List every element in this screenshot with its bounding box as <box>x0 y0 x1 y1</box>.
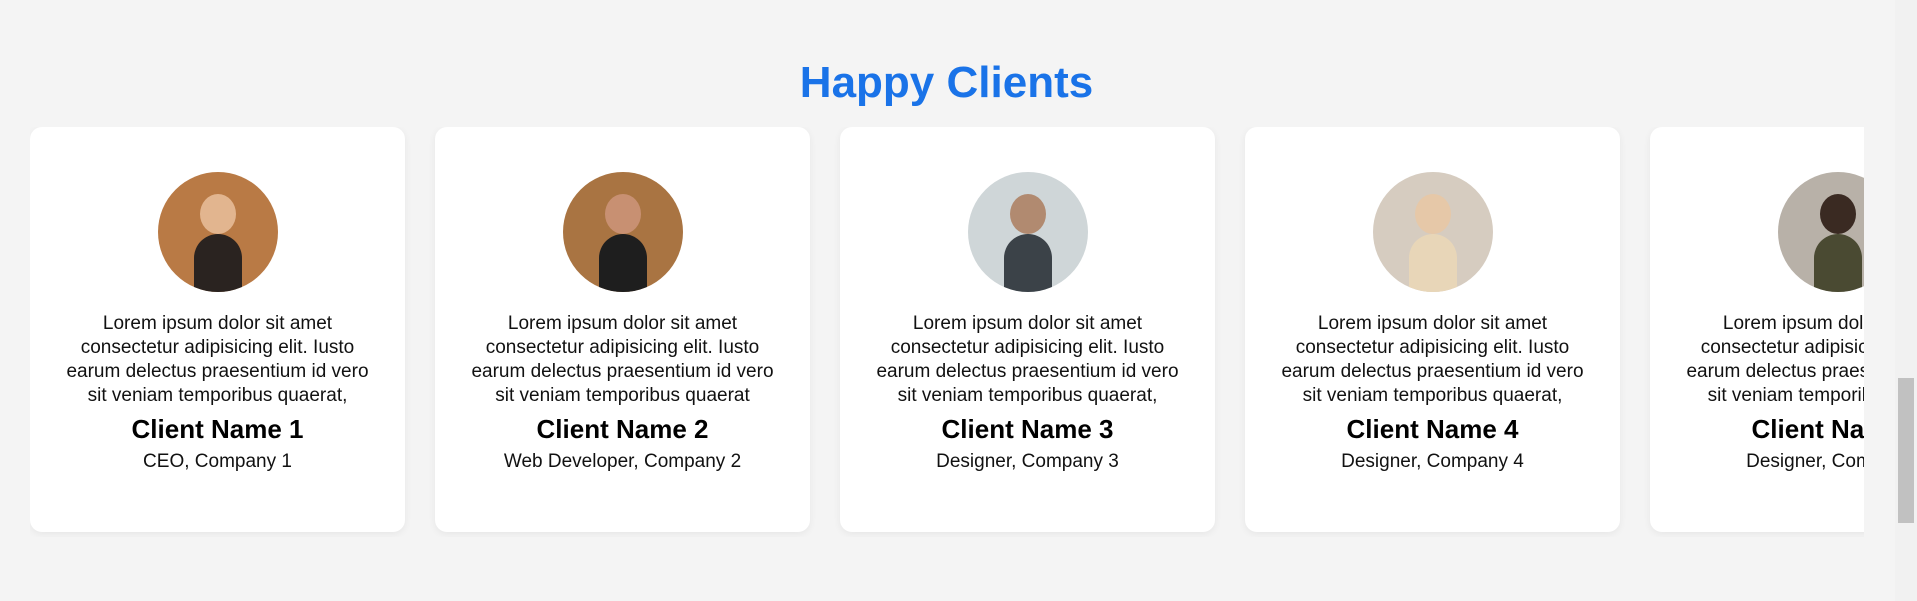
client-role: Designer, Company 3 <box>936 451 1119 472</box>
testimonial-quote: Lorem ipsum dolor sit amet consectetur a… <box>1686 313 1864 406</box>
avatar-head <box>1414 194 1451 234</box>
client-name: Client Name 2 <box>536 414 709 444</box>
testimonial-card: Lorem ipsum dolor sit amet consectetur a… <box>435 127 810 532</box>
avatar-head <box>604 194 641 234</box>
avatar-figure <box>1813 234 1862 292</box>
testimonial-card: Lorem ipsum dolor sit amet consectetur a… <box>30 127 405 532</box>
client-role: Designer, Company 5 <box>1746 451 1864 472</box>
client-name: Client Name 1 <box>131 414 304 444</box>
avatar-figure <box>598 234 647 292</box>
testimonial-card: Lorem ipsum dolor sit amet consectetur a… <box>1245 127 1620 532</box>
client-role: Designer, Company 4 <box>1341 451 1524 472</box>
avatar-head <box>199 194 236 234</box>
client-role: CEO, Company 1 <box>143 451 292 472</box>
testimonial-quote: Lorem ipsum dolor sit amet consectetur a… <box>66 313 369 406</box>
testimonial-card: Lorem ipsum dolor sit amet consectetur a… <box>1650 127 1864 532</box>
client-avatar <box>1372 172 1493 292</box>
avatar-figure <box>1408 234 1457 292</box>
client-name: Client Name 5 <box>1751 414 1864 444</box>
avatar-figure <box>1003 234 1052 292</box>
section-title: Happy Clients <box>799 58 1094 107</box>
client-role: Web Developer, Company 2 <box>503 451 742 472</box>
client-name: Client Name 4 <box>1346 414 1519 444</box>
client-avatar <box>967 172 1088 292</box>
testimonial-quote: Lorem ipsum dolor sit amet consectetur a… <box>471 313 774 406</box>
client-avatar <box>157 172 278 292</box>
avatar-head <box>1009 194 1046 234</box>
page-scrollbar[interactable] <box>1895 0 1917 601</box>
client-avatar <box>1777 172 1864 292</box>
carousel-track: Lorem ipsum dolor sit amet consectetur a… <box>30 127 1864 532</box>
testimonial-quote: Lorem ipsum dolor sit amet consectetur a… <box>1281 313 1584 406</box>
testimonial-card: Lorem ipsum dolor sit amet consectetur a… <box>840 127 1215 532</box>
testimonial-carousel[interactable]: Lorem ipsum dolor sit amet consectetur a… <box>30 127 1864 537</box>
client-name: Client Name 3 <box>941 414 1114 444</box>
testimonial-quote: Lorem ipsum dolor sit amet consectetur a… <box>876 313 1179 406</box>
client-avatar <box>562 172 683 292</box>
avatar-head <box>1819 194 1856 234</box>
avatar-figure <box>193 234 242 292</box>
scrollbar-thumb[interactable] <box>1898 378 1914 523</box>
